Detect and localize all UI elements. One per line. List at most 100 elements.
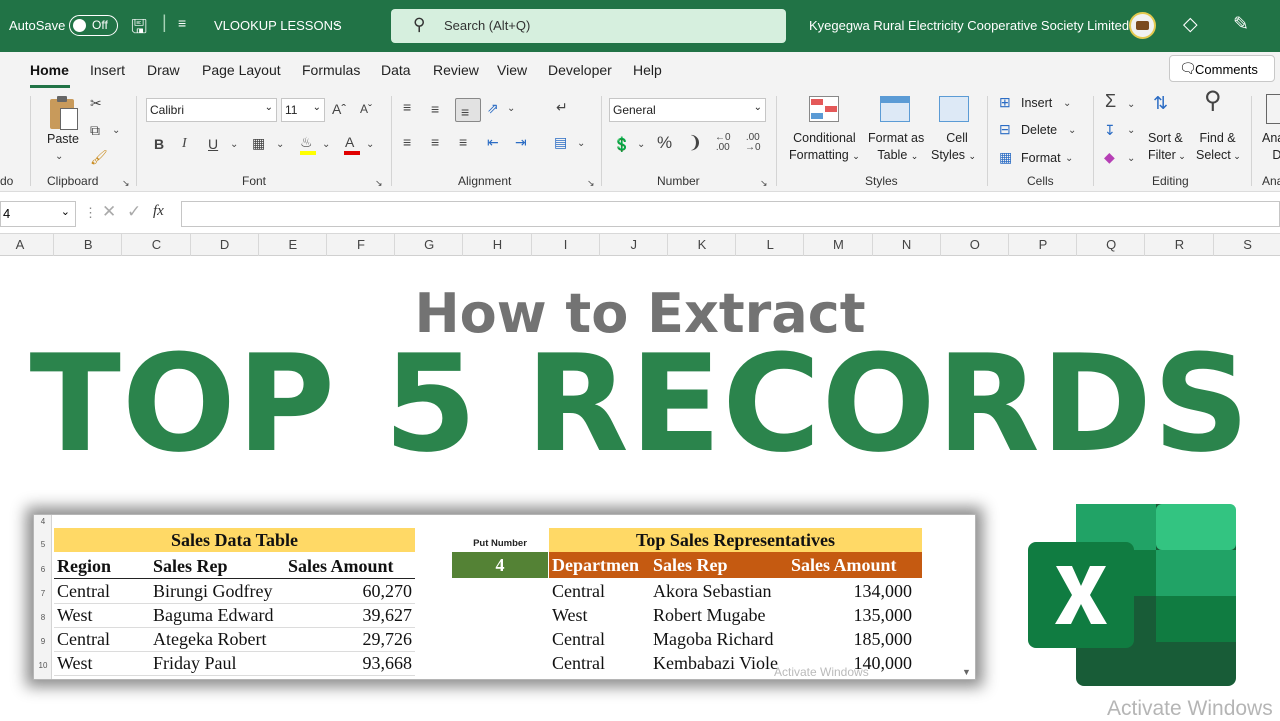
column-header[interactable]: S	[1214, 237, 1280, 252]
dialog-launcher-icon[interactable]: ↘	[587, 174, 595, 192]
copy-icon[interactable]: ⧉	[90, 121, 100, 139]
chevron-down-icon[interactable]: ⌄	[331, 15, 341, 29]
tab-formulas[interactable]: Formulas	[302, 62, 360, 78]
orientation-icon[interactable]: ⇗	[487, 99, 499, 117]
wrap-text-icon[interactable]: ↵	[556, 98, 568, 116]
italic-icon[interactable]: I	[182, 135, 187, 153]
sales-cell[interactable]: 29,726	[284, 628, 413, 650]
column-header[interactable]: N	[873, 237, 941, 252]
top-cell[interactable]: Central	[552, 628, 605, 650]
grow-font-icon[interactable]: Aˆ	[332, 100, 346, 118]
dialog-launcher-icon[interactable]: ↘	[760, 174, 768, 192]
cell-styles-button[interactable]: Cell Styles ⌄	[931, 130, 976, 165]
column-header[interactable]: L	[736, 237, 804, 252]
tab-home[interactable]: Home	[30, 62, 69, 78]
number-format-select[interactable]: General ⌄	[609, 98, 766, 122]
insert-function-icon[interactable]: fx	[153, 203, 164, 220]
align-right-icon[interactable]: ≡	[459, 133, 467, 151]
column-header[interactable]: K	[668, 237, 736, 252]
format-cells-button[interactable]: Format	[1021, 150, 1061, 167]
tab-draw[interactable]: Draw	[147, 62, 180, 78]
fill-icon[interactable]: ↧	[1104, 121, 1116, 139]
chevron-down-icon[interactable]: ⌄	[322, 136, 330, 154]
conditional-formatting-button[interactable]: Conditional Formatting ⌄	[789, 130, 860, 165]
column-header[interactable]: R	[1145, 237, 1213, 252]
chevron-down-icon[interactable]: ⌄	[1063, 95, 1071, 113]
formula-input[interactable]	[181, 201, 1280, 227]
fill-color-icon[interactable]: ♨	[300, 133, 313, 151]
sales-cell[interactable]: 60,270	[284, 580, 413, 602]
analyze-data-button[interactable]: Ana D	[1262, 130, 1280, 164]
paste-button[interactable]: Paste	[47, 131, 79, 148]
percent-icon[interactable]: %	[657, 134, 672, 152]
cut-icon[interactable]: ✂	[90, 94, 102, 112]
column-header[interactable]: O	[941, 237, 1009, 252]
column-header[interactable]: C	[122, 237, 190, 252]
sales-cell[interactable]: Friday Paul	[153, 652, 237, 674]
top-cell[interactable]: Kembabazi Viole	[653, 652, 784, 674]
autosum-icon[interactable]: Σ	[1105, 92, 1116, 110]
increase-decimal-icon[interactable]: ←0.00	[715, 133, 731, 153]
conditional-formatting-icon[interactable]	[809, 96, 839, 122]
find-select-icon[interactable]: ⚲	[1204, 89, 1222, 113]
chevron-down-icon[interactable]: ⌄	[507, 100, 515, 118]
increase-indent-icon[interactable]: ⇥	[515, 133, 527, 151]
autosave-toggle[interactable]: Off	[69, 15, 118, 36]
chevron-down-icon[interactable]: ⌄	[1127, 150, 1135, 168]
chevron-down-icon[interactable]: ⌄	[55, 148, 63, 166]
sales-cell[interactable]: Birungi Godfrey	[153, 580, 272, 602]
comma-style-icon[interactable]: ❩	[688, 134, 702, 152]
borders-icon[interactable]: ▦	[252, 134, 265, 152]
accounting-format-icon[interactable]: 💲	[613, 135, 630, 153]
column-header[interactable]: G	[395, 237, 463, 252]
sort-filter-button[interactable]: Sort & Filter ⌄	[1148, 130, 1186, 165]
chevron-down-icon[interactable]: ⌄	[1065, 150, 1073, 168]
enter-icon[interactable]: ✓	[127, 202, 141, 222]
column-header[interactable]: J	[600, 237, 668, 252]
top-cell[interactable]: Akora Sebastian	[653, 580, 784, 602]
comments-button[interactable]: 🗨 Comments	[1169, 55, 1275, 82]
cancel-icon[interactable]: ✕	[102, 202, 116, 222]
customize-toolbar-icon[interactable]: ≡	[178, 15, 186, 31]
font-size-select[interactable]: 11 ⌄	[281, 98, 325, 122]
avatar[interactable]	[1129, 12, 1156, 39]
top-cell[interactable]: 134,000	[784, 580, 913, 602]
analyze-data-icon[interactable]	[1266, 94, 1280, 124]
align-bottom-button[interactable]: ≡	[455, 98, 481, 122]
name-box[interactable]: 4 ⌄	[0, 201, 76, 227]
pen-icon[interactable]: ✎	[1233, 13, 1249, 36]
scroll-down-icon[interactable]: ▼	[962, 667, 971, 677]
sort-filter-icon[interactable]: ⇅	[1153, 94, 1168, 112]
dialog-launcher-icon[interactable]: ↘	[375, 174, 383, 192]
column-header[interactable]: H	[463, 237, 531, 252]
format-cells-icon[interactable]: ▦	[999, 148, 1012, 166]
file-name[interactable]: VLOOKUP LESSONS	[214, 18, 342, 33]
put-number-input[interactable]: 4	[452, 552, 548, 578]
format-as-table-icon[interactable]	[880, 96, 910, 122]
column-header[interactable]: F	[327, 237, 395, 252]
tab-data[interactable]: Data	[381, 62, 411, 78]
sales-cell[interactable]: Ategeka Robert	[153, 628, 266, 650]
chevron-down-icon[interactable]: ⌄	[1068, 122, 1076, 140]
top-cell[interactable]: 185,000	[784, 628, 913, 650]
tab-help[interactable]: Help	[633, 62, 662, 78]
cell-styles-icon[interactable]	[939, 96, 969, 122]
tab-review[interactable]: Review	[433, 62, 479, 78]
top-cell[interactable]: Central	[552, 580, 605, 602]
format-painter-icon[interactable]: 🖌	[90, 148, 108, 166]
chevron-down-icon[interactable]: ⌄	[366, 136, 374, 154]
sales-cell[interactable]: West	[57, 652, 93, 674]
chevron-down-icon[interactable]: ⌄	[276, 136, 284, 154]
tab-page-layout[interactable]: Page Layout	[202, 62, 281, 78]
column-header[interactable]: M	[804, 237, 872, 252]
diamond-icon[interactable]: ◇	[1183, 13, 1198, 36]
tab-developer[interactable]: Developer	[548, 62, 612, 78]
merge-center-icon[interactable]: ▤	[554, 133, 567, 151]
font-name-select[interactable]: Calibri ⌄	[146, 98, 277, 122]
tab-view[interactable]: View	[497, 62, 527, 78]
insert-cells-button[interactable]: Insert	[1021, 95, 1052, 112]
top-cell[interactable]: 135,000	[784, 604, 913, 626]
paste-icon[interactable]	[47, 96, 81, 130]
dialog-launcher-icon[interactable]: ↘	[122, 174, 130, 192]
column-header[interactable]: A	[0, 237, 54, 252]
